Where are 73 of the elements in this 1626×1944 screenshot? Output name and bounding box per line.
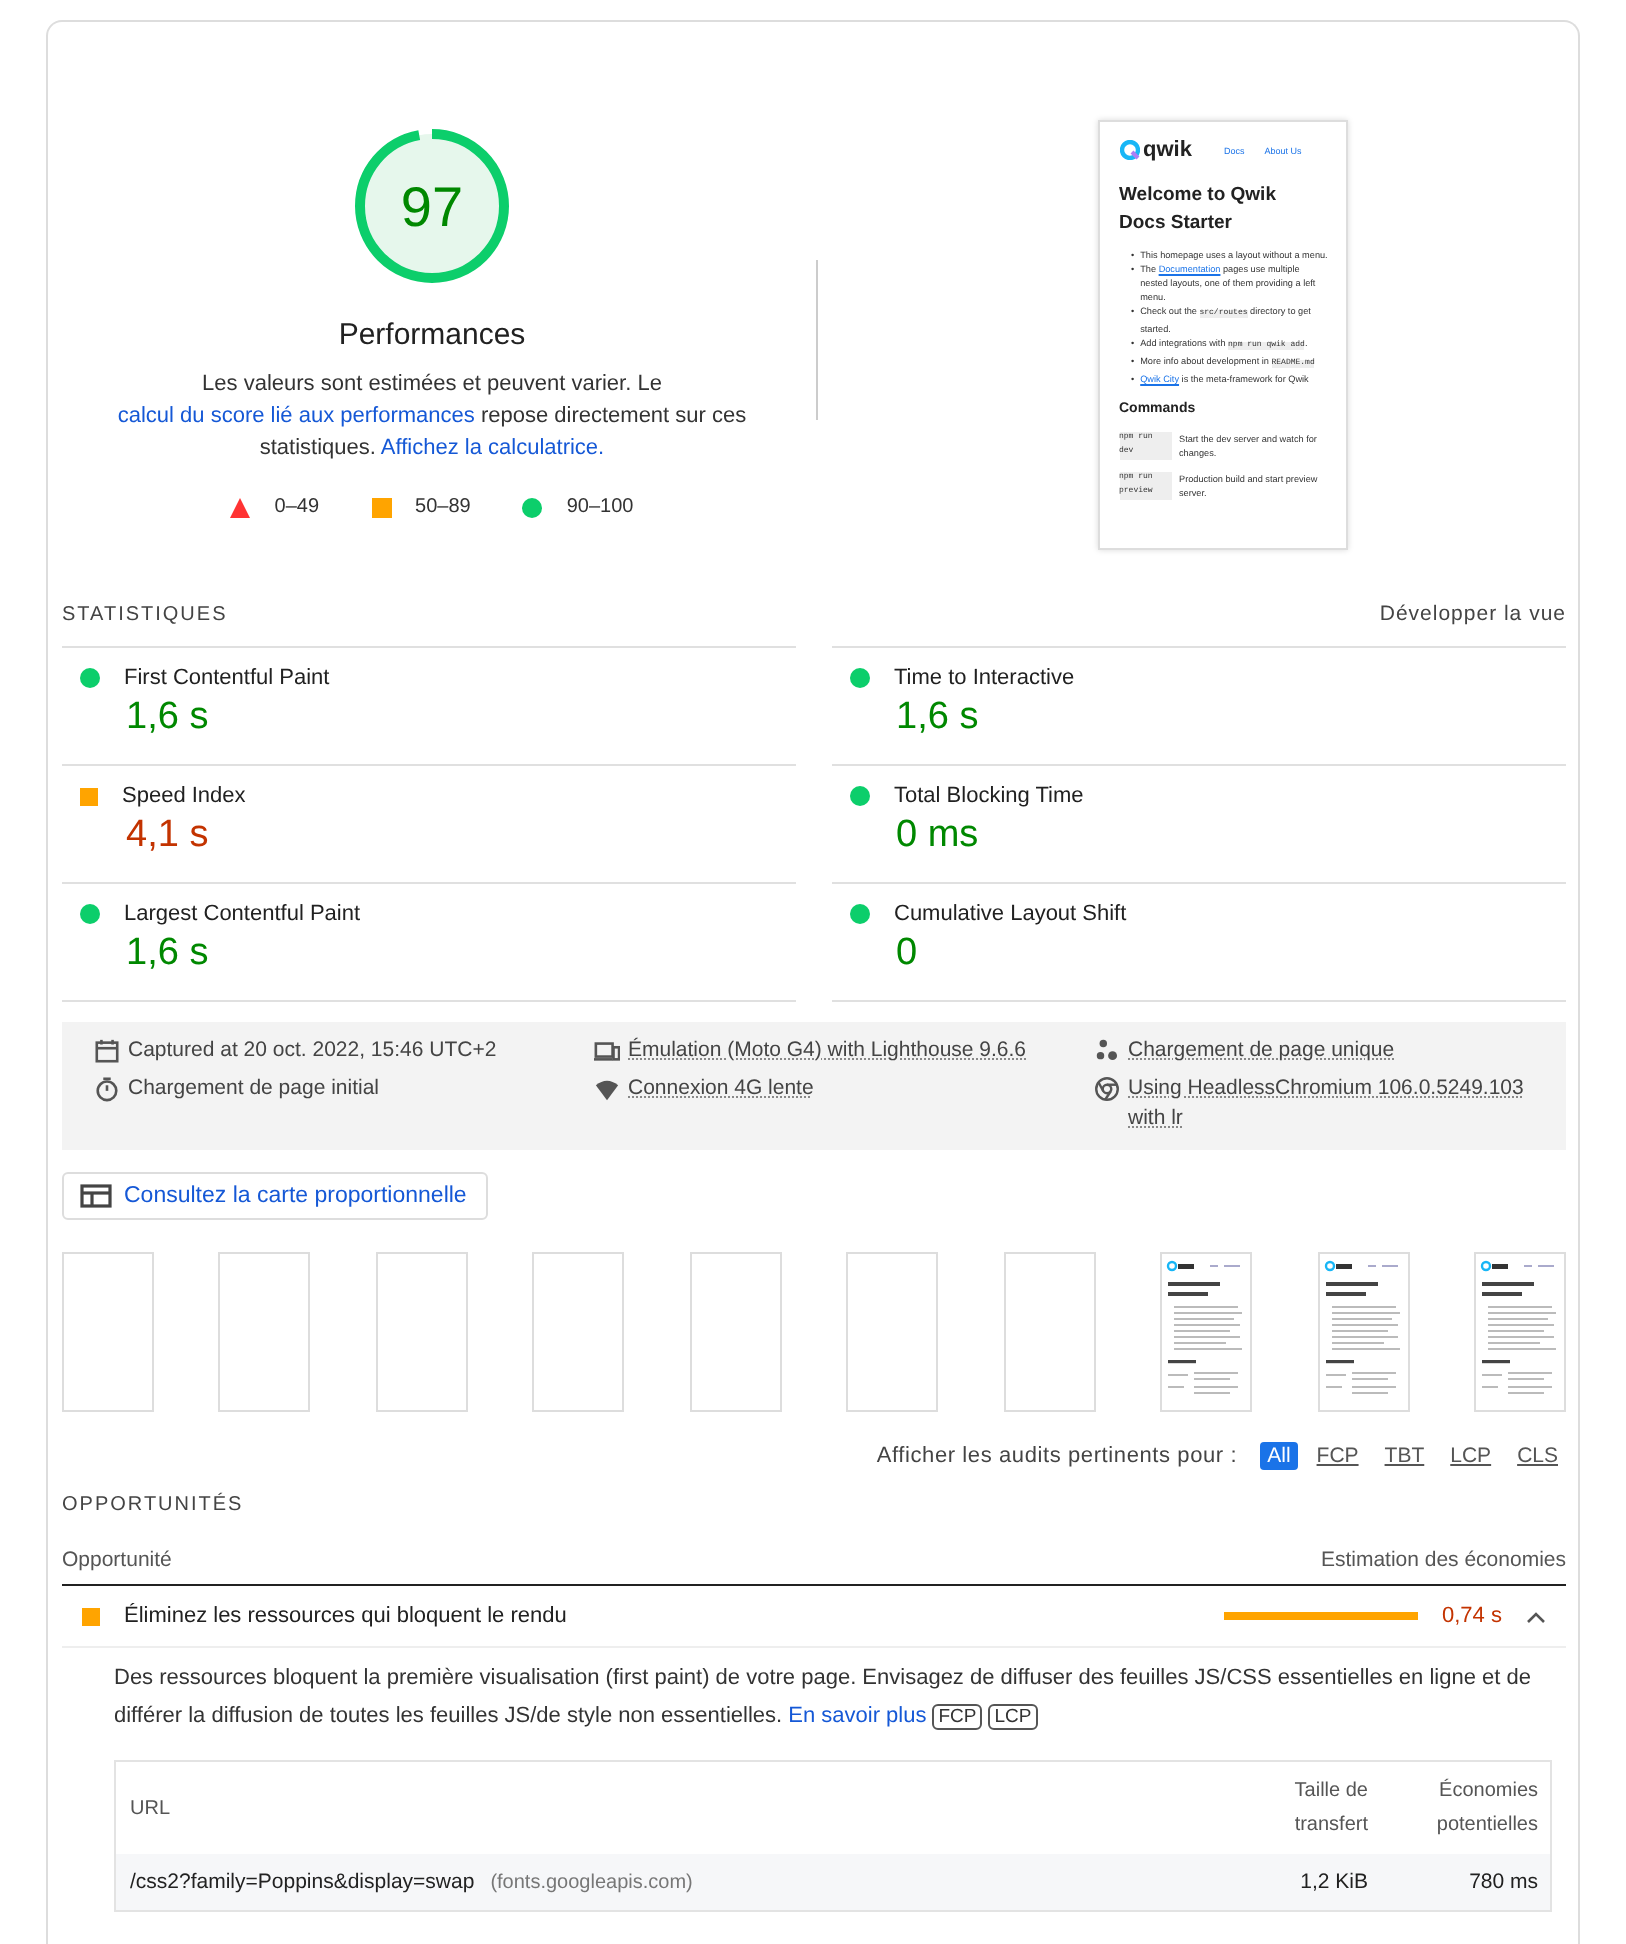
metric-value: 0 ms [896, 814, 981, 858]
filter-button[interactable]: CLS [1509, 1442, 1566, 1470]
environment-link[interactable]: Connexion 4G lente [628, 1074, 814, 1104]
audit-title: Éliminez les ressources qui bloquent le rendu [124, 1604, 569, 1628]
table-cell-text: 780 ms [1467, 1870, 1540, 1894]
metric-value: 4,1 s [126, 814, 211, 858]
treemap-icon [80, 1184, 112, 1208]
audit-row[interactable]: Éliminez les ressources qui bloquent le rendu 0,74 s [62, 1586, 1566, 1648]
section-title: STATISTIQUES [62, 603, 228, 625]
square-icon [371, 497, 392, 517]
treemap-button[interactable]: Consultez la carte proportionnelle [62, 1172, 489, 1220]
page-heading: Welcome to Qwik Docs Starter [1119, 182, 1278, 238]
score-value: 97 [400, 176, 464, 238]
metric-tag: LCP [988, 1704, 1038, 1730]
logo-icon [1119, 140, 1139, 160]
environment-text: Captured at 20 oct. 2022, 15:46 UTC+2 [128, 1036, 497, 1066]
circle-icon [850, 904, 870, 924]
metric-value: 1,6 s [126, 932, 211, 976]
description-link[interactable]: calcul du score lié aux performances [117, 404, 475, 428]
logo-text: qwik [1143, 138, 1192, 162]
learn-more-link[interactable]: En savoir plus [788, 1704, 927, 1728]
environment-text: Chargement de page initial [128, 1074, 379, 1104]
wifi-icon [594, 1076, 620, 1102]
category-title: Performances [338, 318, 526, 352]
metric-value: 1,6 s [896, 696, 981, 740]
devices-icon [594, 1038, 620, 1064]
column-header: Estimation des économies [1320, 1548, 1566, 1572]
environment-link[interactable]: Chargement de page unique [1128, 1036, 1395, 1066]
column-header: URL [128, 1795, 173, 1823]
calendar-icon [94, 1038, 120, 1064]
circle-icon [850, 668, 870, 688]
url-text: /css2?family=Poppins&display=swap [130, 1870, 475, 1894]
metric-value: 1,6 s [126, 696, 211, 740]
filter-button[interactable]: TBT [1376, 1442, 1433, 1470]
metric-tag: FCP [932, 1704, 983, 1730]
metric-value: 0 [896, 932, 920, 976]
filter-button[interactable]: FCP [1308, 1442, 1367, 1470]
audit-description: Des ressources bloquent la première visualisation (first paint) de votre page. Envisagez de diffuser des feuilles JS/CSS essentielles en ligne et de différer la diffusion de toutes les feuilles JS/de style non essentielles. En savoir plus FCP LCP [114, 1664, 1533, 1734]
host-text: (fonts.googleapis.com) [490, 1872, 693, 1894]
column-header: Opportunité [62, 1548, 172, 1572]
expand-view-toggle[interactable]: Développer la vue [1379, 602, 1566, 626]
dots-icon [1094, 1038, 1120, 1064]
legend-label: 50–89 [415, 496, 471, 518]
metric-name: Speed Index [122, 784, 246, 808]
table-cell-text: 1,2 KiB [1298, 1870, 1368, 1894]
browser-icon [1094, 1076, 1120, 1102]
description-link[interactable]: Affichez la calculatrice. [380, 436, 605, 460]
metric-name: Cumulative Layout Shift [894, 902, 1127, 926]
environment-link[interactable]: Émulation (Moto G4) with Lighthouse 9.6.6 [628, 1036, 1027, 1066]
square-icon [82, 1607, 100, 1625]
metric-name: Largest Contentful Paint [124, 902, 361, 926]
column-header: Économies potentielles [1434, 1776, 1540, 1840]
filter-button[interactable]: LCP [1442, 1442, 1500, 1470]
column-header: Taille de transfert [1292, 1778, 1368, 1840]
savings-value: 0,74 s [1442, 1604, 1504, 1628]
legend-label: 0–49 [274, 496, 320, 518]
metric-name: First Contentful Paint [124, 666, 330, 690]
metric-name: Total Blocking Time [894, 784, 1084, 808]
circle-icon [522, 497, 543, 517]
triangle-icon [230, 497, 251, 517]
metric-name: Time to Interactive [894, 666, 1075, 690]
square-icon [80, 787, 98, 805]
environment-link[interactable]: Using HeadlessChromium 106.0.5249.103 with lr [1128, 1074, 1548, 1134]
score-description: Les valeurs sont estimées et peuvent varier. Le calcul du score lié aux performances repose directement sur ces statistiques. Affichez la calculatrice. [115, 370, 749, 464]
circle-icon [80, 668, 100, 688]
circle-icon [80, 904, 100, 924]
chevron-up-icon[interactable] [1526, 1609, 1546, 1623]
circle-icon [850, 786, 870, 806]
filter-label: Afficher les audits pertinents pour : [876, 1444, 1238, 1468]
filter-button[interactable]: All [1259, 1442, 1299, 1470]
legend-label: 90–100 [566, 496, 634, 518]
stopwatch-icon [94, 1076, 120, 1102]
section-title: OPPORTUNITÉS [62, 1494, 246, 1516]
